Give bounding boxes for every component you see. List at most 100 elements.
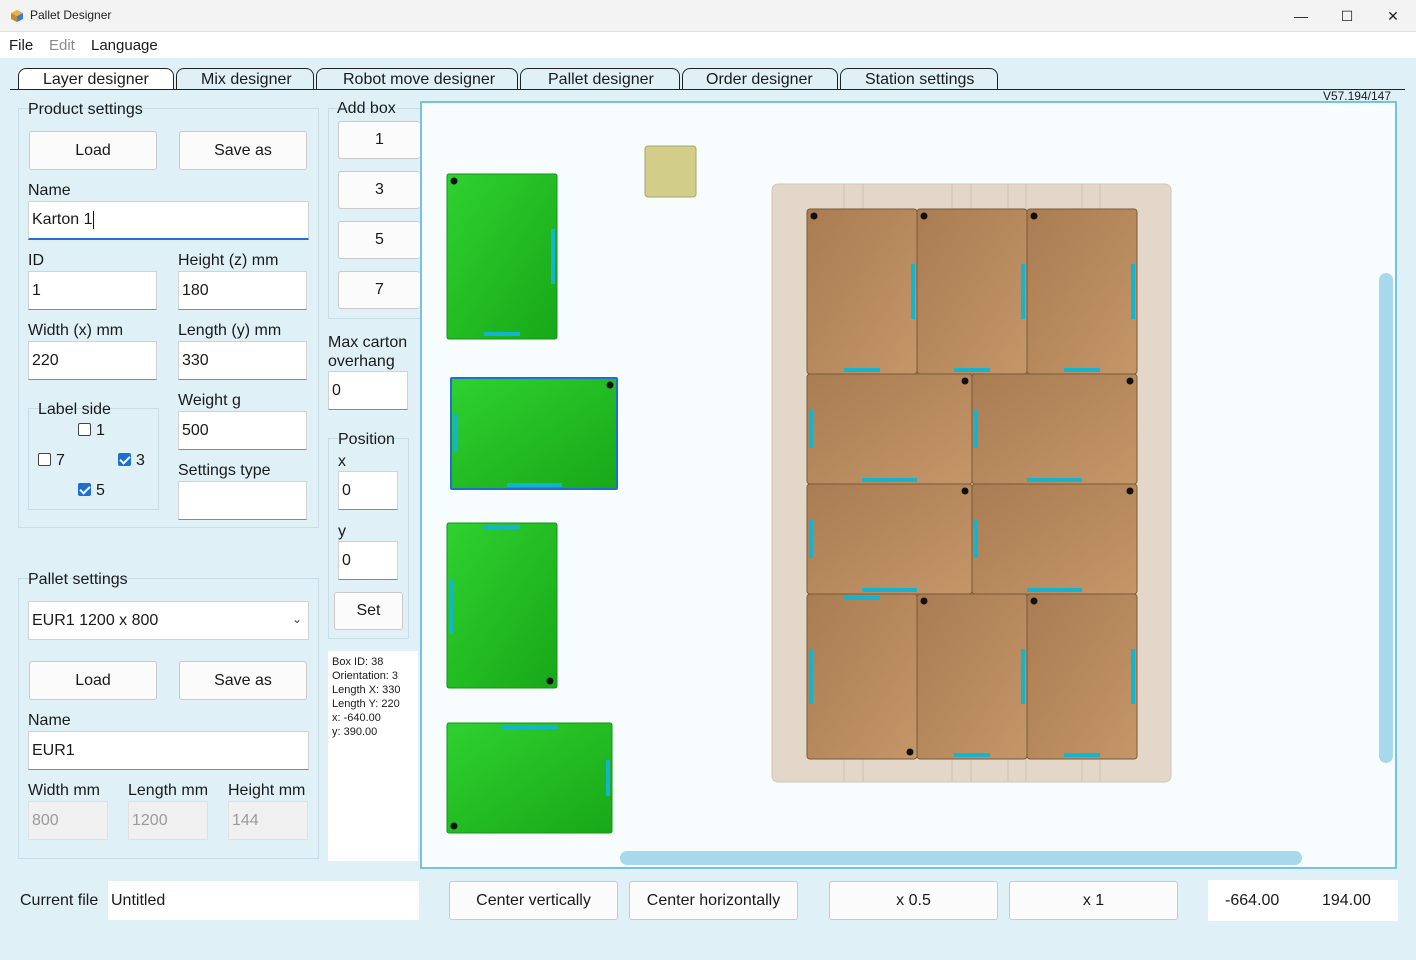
id-value: 1 (32, 281, 41, 299)
product-name-label: Name (28, 182, 71, 199)
weight-value: 500 (182, 421, 209, 439)
current-file-field: Untitled (108, 881, 419, 920)
box-info-length-y: Length Y: 220 (332, 698, 400, 710)
length-label: Length (y) mm (178, 322, 282, 339)
position-x-value: 0 (342, 481, 351, 499)
height-field[interactable]: 180 (178, 271, 307, 310)
carton[interactable] (806, 483, 973, 595)
carton[interactable] (1026, 593, 1138, 760)
product-name-field[interactable]: Karton 1 (28, 201, 309, 240)
carton[interactable] (916, 208, 1028, 375)
cursor-x-value: -664.00 (1225, 892, 1280, 909)
pallet-width-value: 800 (32, 811, 59, 829)
menu-edit[interactable]: Edit (49, 37, 75, 54)
label-side-title: Label side (38, 401, 111, 418)
horizontal-scrollbar[interactable] (620, 851, 1302, 865)
carton[interactable] (806, 593, 918, 760)
carton[interactable] (1026, 208, 1138, 375)
label-side-3-checkbox[interactable] (118, 453, 131, 466)
width-label: Width (x) mm (28, 322, 124, 339)
length-field[interactable]: 330 (178, 341, 307, 380)
selected-box-marker[interactable] (644, 145, 697, 198)
carton[interactable] (806, 208, 918, 375)
weight-field[interactable]: 500 (178, 411, 307, 450)
pallet-load-button[interactable]: Load (29, 661, 157, 700)
pallet-settings-title: Pallet settings (28, 571, 128, 588)
zoom-half-button[interactable]: x 0.5 (829, 881, 998, 920)
palette-box-orientation-5[interactable] (446, 522, 558, 689)
menu-file[interactable]: File (9, 37, 33, 54)
label-side-7-checkbox[interactable] (38, 453, 51, 466)
weight-label: Weight g (178, 392, 241, 409)
tab-pallet-designer[interactable]: Pallet designer (520, 68, 680, 90)
cursor-y-value: 194.00 (1322, 892, 1371, 909)
pallet-type-value: EUR1 1200 x 800 (32, 611, 159, 629)
center-vertically-button[interactable]: Center vertically (449, 881, 618, 920)
overhang-field[interactable]: 0 (328, 371, 408, 410)
position-y-field[interactable]: 0 (338, 541, 398, 580)
center-horizontally-button[interactable]: Center horizontally (629, 881, 798, 920)
overhang-label: Max carton overhang (328, 334, 408, 370)
tab-robot-move-designer[interactable]: Robot move designer (316, 68, 518, 90)
carton[interactable] (971, 373, 1138, 485)
maximize-button[interactable]: ☐ (1324, 0, 1370, 32)
text-cursor (93, 211, 95, 229)
current-file-value: Untitled (111, 891, 166, 909)
label-side-5-label: 5 (96, 482, 105, 499)
label-side-1-checkbox[interactable] (78, 423, 91, 436)
minimize-button[interactable]: — (1278, 0, 1324, 32)
settings-type-field[interactable] (178, 481, 307, 520)
add-box-5-button[interactable]: 5 (338, 221, 420, 259)
product-settings-title: Product settings (28, 101, 143, 118)
menu-bar: File Edit Language (0, 32, 1416, 58)
pallet-name-field[interactable]: EUR1 (28, 731, 309, 770)
position-x-field[interactable]: 0 (338, 471, 398, 510)
pallet-height-field: 144 (228, 801, 308, 840)
height-label: Height (z) mm (178, 252, 279, 269)
carton[interactable] (806, 373, 973, 485)
position-y-label: y (338, 523, 346, 540)
tab-strip-divider (10, 89, 1405, 90)
box-info-length-x: Length X: 330 (332, 684, 401, 696)
palette-box-orientation-7[interactable] (446, 722, 613, 834)
width-field[interactable]: 220 (28, 341, 157, 380)
pallet-length-label: Length mm (128, 782, 209, 799)
add-box-3-button[interactable]: 3 (338, 171, 420, 209)
box-info-orientation: Orientation: 3 (332, 670, 399, 682)
product-load-button[interactable]: Load (29, 131, 157, 170)
height-value: 180 (182, 281, 209, 299)
carton[interactable] (971, 483, 1138, 595)
carton[interactable] (916, 593, 1028, 760)
menu-language[interactable]: Language (91, 37, 158, 54)
label-side-1-label: 1 (96, 422, 105, 439)
title-bar: Pallet Designer — ☐ ✕ (0, 0, 1416, 32)
pallet-save-as-button[interactable]: Save as (179, 661, 307, 700)
pallet-length-value: 1200 (132, 811, 168, 829)
pallet-type-select[interactable]: EUR1 1200 x 800 ⌄ (28, 601, 309, 640)
vertical-scrollbar[interactable] (1379, 273, 1393, 763)
add-box-1-button[interactable]: 1 (338, 121, 420, 159)
id-label: ID (28, 252, 44, 269)
layer-drawing[interactable] (422, 103, 1397, 869)
cursor-coordinates-panel: -664.00 194.00 (1208, 880, 1398, 921)
position-y-value: 0 (342, 551, 351, 569)
chevron-down-icon: ⌄ (291, 612, 302, 626)
zoom-one-button[interactable]: x 1 (1009, 881, 1178, 920)
add-box-7-button[interactable]: 7 (338, 271, 420, 309)
product-save-as-button[interactable]: Save as (179, 131, 307, 170)
tab-mix-designer[interactable]: Mix designer (176, 68, 314, 90)
pallet-name-label: Name (28, 712, 71, 729)
app-box-icon (11, 10, 23, 22)
id-field[interactable]: 1 (28, 271, 157, 310)
position-x-label: x (338, 453, 346, 470)
layer-canvas[interactable] (420, 101, 1397, 869)
palette-box-orientation-3[interactable] (450, 377, 618, 490)
tab-order-designer[interactable]: Order designer (682, 68, 838, 90)
pallet-length-field: 1200 (128, 801, 208, 840)
tab-station-settings[interactable]: Station settings (840, 68, 998, 90)
tab-layer-designer[interactable]: Layer designer (18, 68, 174, 90)
label-side-5-checkbox[interactable] (78, 483, 91, 496)
position-set-button[interactable]: Set (334, 592, 403, 630)
close-button[interactable]: ✕ (1370, 0, 1416, 32)
palette-box-orientation-1[interactable] (446, 173, 558, 340)
